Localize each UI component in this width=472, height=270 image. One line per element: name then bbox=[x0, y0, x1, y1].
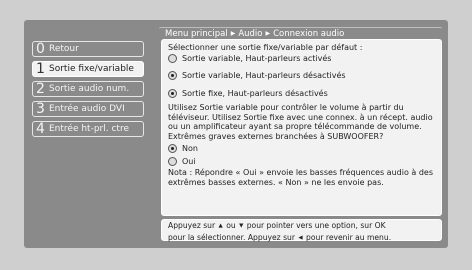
radio-button-selected-icon bbox=[168, 88, 177, 98]
menu-item-label: Sortie fixe/variable bbox=[49, 64, 134, 74]
breadcrumb-separator-icon: ▶ bbox=[265, 30, 271, 37]
menu-item-label: Sortie audio num. bbox=[49, 84, 130, 94]
breadcrumb: Menu principal ▶ Audio ▶ Connexion audio bbox=[159, 27, 442, 39]
menu-item-label: Entrée audio DVI bbox=[49, 104, 125, 114]
content-panel: Sélectionner une sortie fixe/variable pa… bbox=[161, 39, 442, 216]
answer-oui[interactable]: Oui bbox=[168, 157, 435, 167]
help-text: pour pointer vers une option, sur OK bbox=[246, 221, 386, 230]
prompt-text: Sélectionner une sortie fixe/variable pa… bbox=[168, 43, 363, 52]
option-label: Sortie variable, Haut-parleurs activés bbox=[182, 53, 332, 63]
option-variable-speakers-off[interactable]: Sortie variable, Haut-parleurs désactivé… bbox=[168, 71, 435, 81]
option-label: Sortie fixe, Haut-parleurs désactivés bbox=[182, 88, 328, 98]
answer-label: Non bbox=[182, 144, 198, 153]
breadcrumb-separator-icon: ▶ bbox=[230, 30, 236, 37]
menu-item-entree-ht-prl-ctre[interactable]: 4 Entrée ht-prl. ctre bbox=[32, 121, 144, 137]
help-text: ou bbox=[226, 221, 236, 230]
option-label: Sortie variable, Haut-parleurs désactivé… bbox=[182, 71, 346, 80]
info-text: Utilisez Sortie variable pour contrôler … bbox=[168, 103, 433, 131]
menu-item-sortie-audio-num[interactable]: 2 Sortie audio num. bbox=[32, 81, 144, 97]
option-variable-speakers-on[interactable]: Sortie variable, Haut-parleurs activés bbox=[168, 54, 435, 64]
menu-item-sortie-fixe-variable[interactable]: 1 Sortie fixe/variable bbox=[32, 61, 144, 77]
menu-item-label: Retour bbox=[49, 44, 79, 54]
help-line-2: pour la sélectionner. Appuyez sur ◀ pour… bbox=[168, 233, 435, 245]
menu-item-label: Entrée ht-prl. ctre bbox=[49, 124, 129, 134]
screen: 0 Retour 1 Sortie fixe/variable 2 Sortie… bbox=[0, 0, 472, 270]
menu-item-entree-audio-dvi[interactable]: 3 Entrée audio DVI bbox=[32, 101, 144, 117]
menu-item-number: 4 bbox=[36, 121, 45, 137]
subwoofer-question: Extrêmes graves externes branchées à SUB… bbox=[168, 131, 384, 141]
menu-item-number: 0 bbox=[36, 41, 45, 57]
help-text: pour revenir au menu. bbox=[306, 232, 392, 242]
note-text: Nota : Répondre « Oui » envoie les basse… bbox=[168, 168, 433, 187]
menu-frame: 0 Retour 1 Sortie fixe/variable 2 Sortie… bbox=[24, 20, 448, 248]
menu-item-number: 2 bbox=[36, 81, 45, 97]
menu-item-retour[interactable]: 0 Retour bbox=[32, 41, 144, 57]
breadcrumb-item: Audio bbox=[238, 29, 263, 39]
help-line-1: Appuyez sur ▲ ou ▼ pour pointer vers une… bbox=[168, 221, 435, 233]
left-arrow-icon: ◀ bbox=[298, 234, 303, 241]
down-arrow-icon: ▼ bbox=[239, 223, 244, 229]
breadcrumb-item: Connexion audio bbox=[273, 29, 345, 39]
help-panel: Appuyez sur ▲ ou ▼ pour pointer vers une… bbox=[161, 219, 442, 242]
breadcrumb-item: Menu principal bbox=[165, 29, 228, 39]
help-text: pour la sélectionner. Appuyez sur bbox=[168, 232, 295, 242]
help-text: Appuyez sur bbox=[168, 221, 216, 230]
option-fixed-speakers-off[interactable]: Sortie fixe, Haut-parleurs désactivés bbox=[168, 89, 435, 99]
up-arrow-icon: ▲ bbox=[218, 223, 223, 229]
radio-button-selected-icon bbox=[168, 144, 177, 154]
answer-non[interactable]: Non bbox=[168, 144, 435, 154]
radio-button-icon bbox=[168, 156, 177, 166]
radio-button-icon bbox=[168, 53, 177, 63]
radio-button-selected-icon bbox=[168, 71, 177, 81]
menu-item-number: 3 bbox=[36, 101, 45, 117]
menu-item-number: 1 bbox=[36, 61, 45, 77]
answer-label: Oui bbox=[182, 156, 196, 166]
